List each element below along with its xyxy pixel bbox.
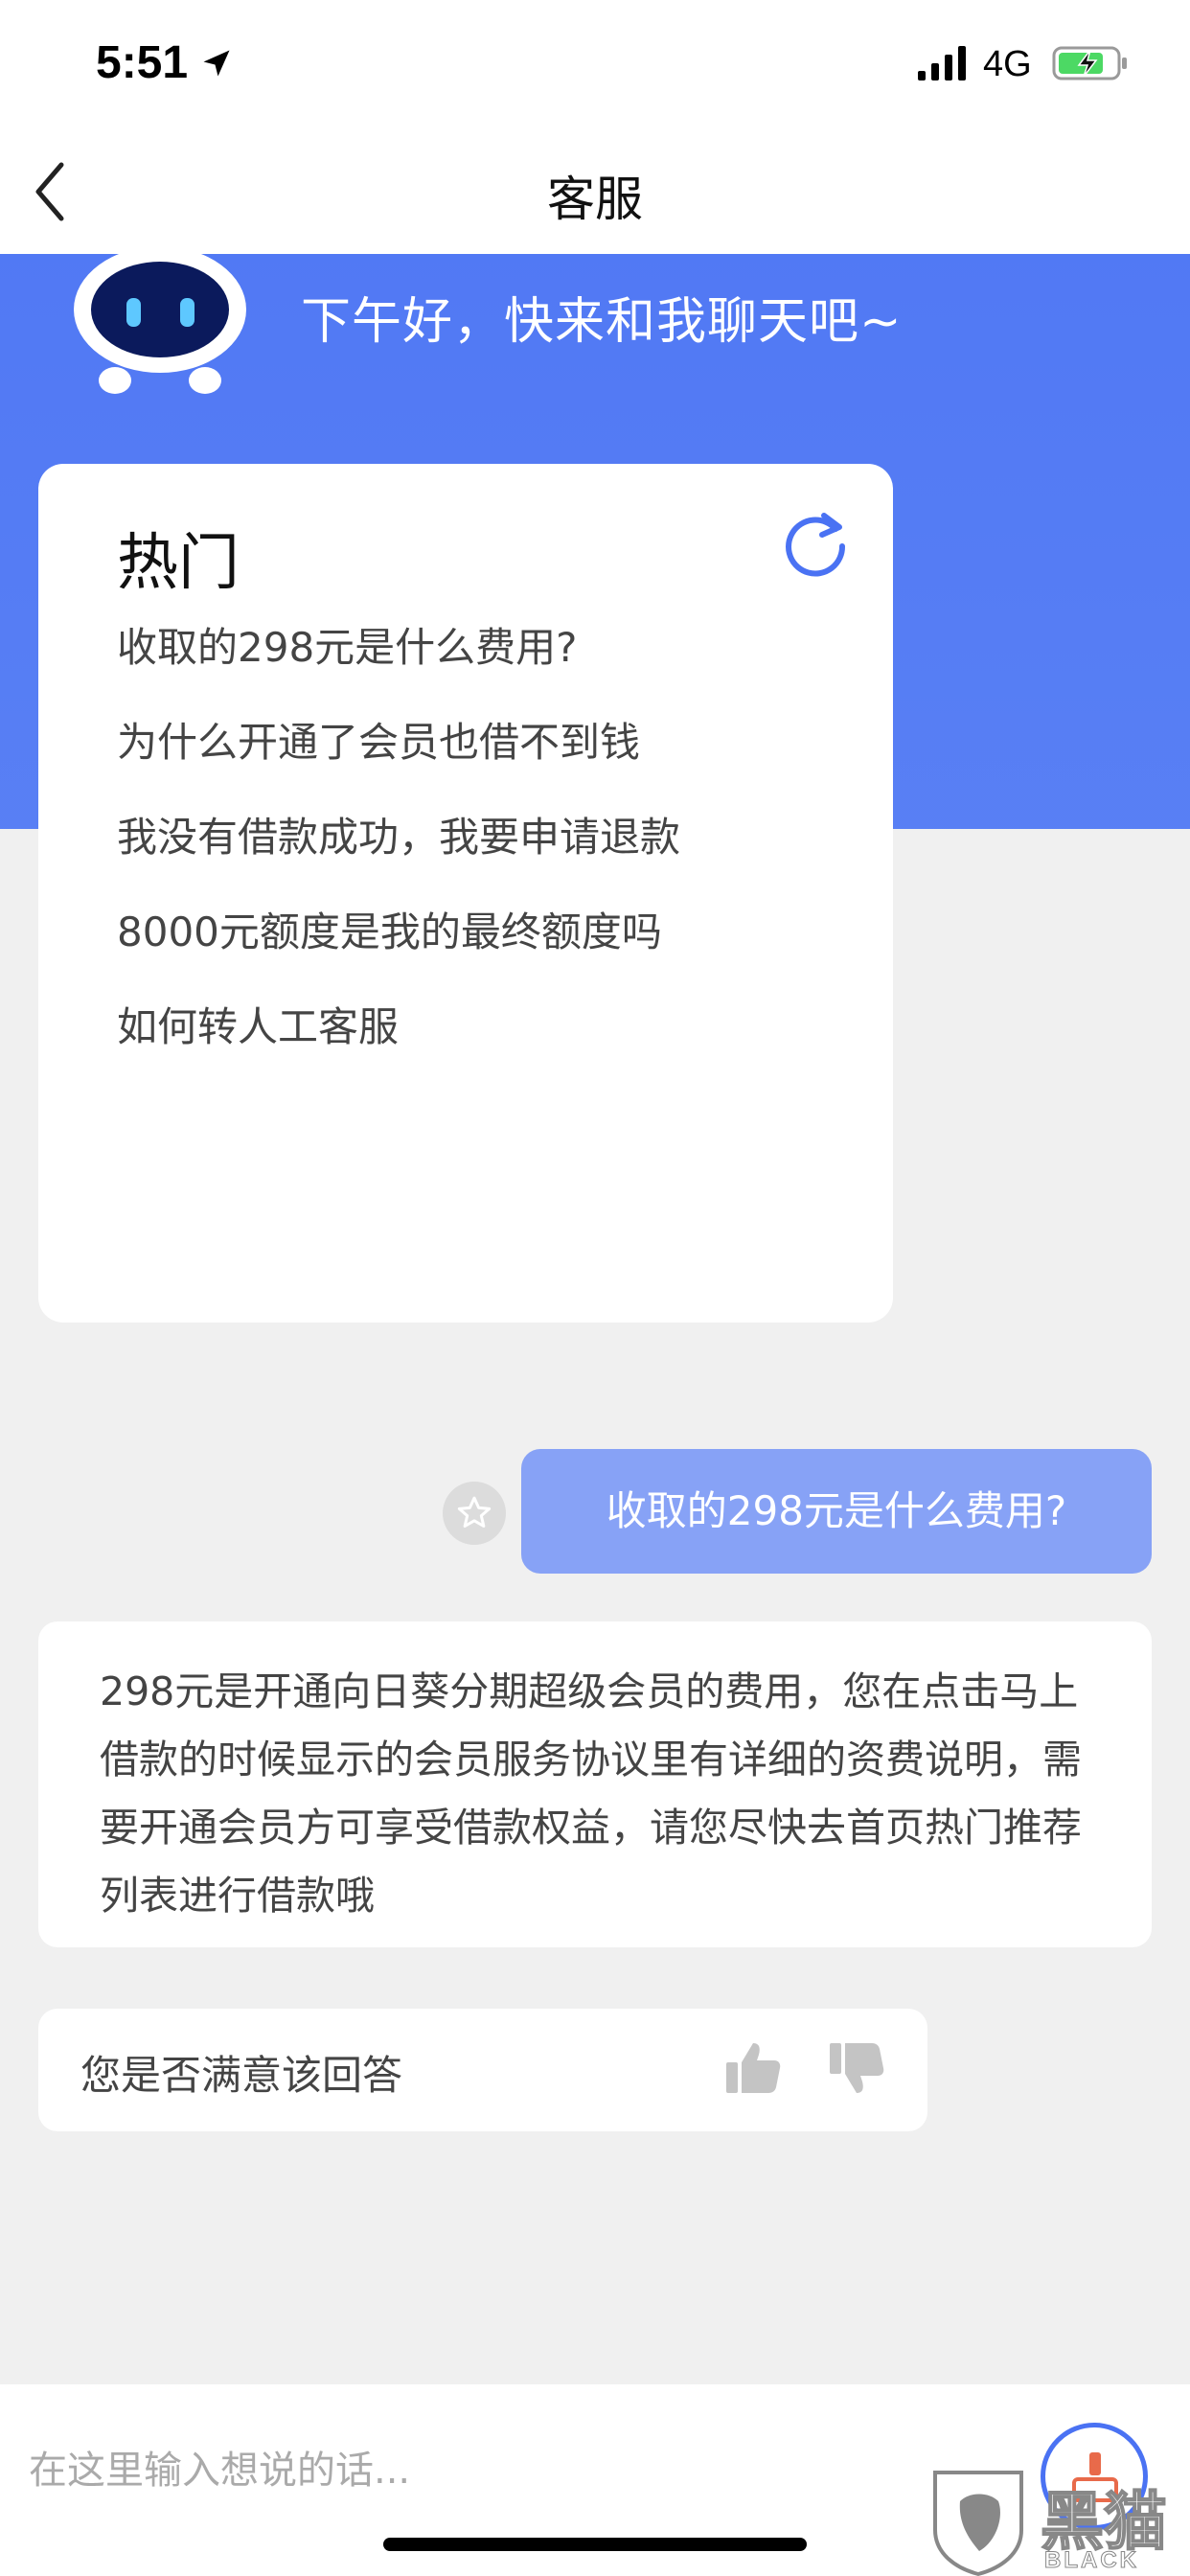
watermark-subtitle: BLACK CAT — [1044, 2547, 1139, 2576]
network-type: 4G — [983, 44, 1032, 84]
star-icon — [457, 1496, 492, 1528]
user-message-bubble: 收取的298元是什么费用? — [521, 1449, 1152, 1574]
location-arrow-icon — [203, 50, 230, 77]
hot-questions-list: 收取的298元是什么费用? 为什么开通了会员也借不到钱 我没有借款成功，我要申请… — [117, 623, 680, 1097]
bot-reply-bubble: 298元是开通向日葵分期超级会员的费用，您在点击马上借款的时候显示的会员服务协议… — [38, 1622, 1152, 1947]
blackcat-watermark: 黑猫 BLACK CAT — [926, 2463, 1190, 2576]
robot-avatar — [74, 254, 246, 394]
hot-questions-card: 热门 收取的298元是什么费用? 为什么开通了会员也借不到钱 我没有借款成功，我… — [38, 464, 893, 1322]
greeting-text: 下午好，快来和我聊天吧~ — [301, 293, 903, 351]
thumb-down-icon[interactable] — [826, 2037, 887, 2099]
home-indicator — [383, 2538, 807, 2551]
hot-question-item[interactable]: 8000元额度是我的最终额度吗 — [117, 908, 680, 1002]
hot-question-item[interactable]: 为什么开通了会员也借不到钱 — [117, 718, 680, 813]
signal-icon — [918, 46, 966, 80]
hot-questions-title: 热门 — [117, 528, 240, 599]
status-time: 5:51 — [96, 37, 189, 88]
thumb-up-icon[interactable] — [722, 2037, 784, 2099]
hot-question-item[interactable]: 如何转人工客服 — [117, 1002, 680, 1097]
favorite-button[interactable] — [443, 1482, 506, 1545]
user-message-row: 收取的298元是什么费用? — [441, 1449, 1152, 1574]
message-input[interactable] — [29, 2432, 987, 2509]
hot-question-item[interactable]: 收取的298元是什么费用? — [117, 623, 680, 718]
feedback-question: 您是否满意该回答 — [80, 2052, 403, 2099]
feedback-card: 您是否满意该回答 — [38, 2009, 927, 2131]
page-title: 客服 — [547, 172, 643, 227]
nav-bar: 客服 — [0, 125, 1190, 254]
status-bar: 5:51 4G — [0, 0, 1190, 125]
hot-question-item[interactable]: 我没有借款成功，我要申请退款 — [117, 813, 680, 908]
refresh-icon[interactable] — [780, 508, 851, 579]
battery-charging-icon — [1052, 46, 1127, 80]
blackcat-logo-icon — [933, 2471, 1023, 2576]
